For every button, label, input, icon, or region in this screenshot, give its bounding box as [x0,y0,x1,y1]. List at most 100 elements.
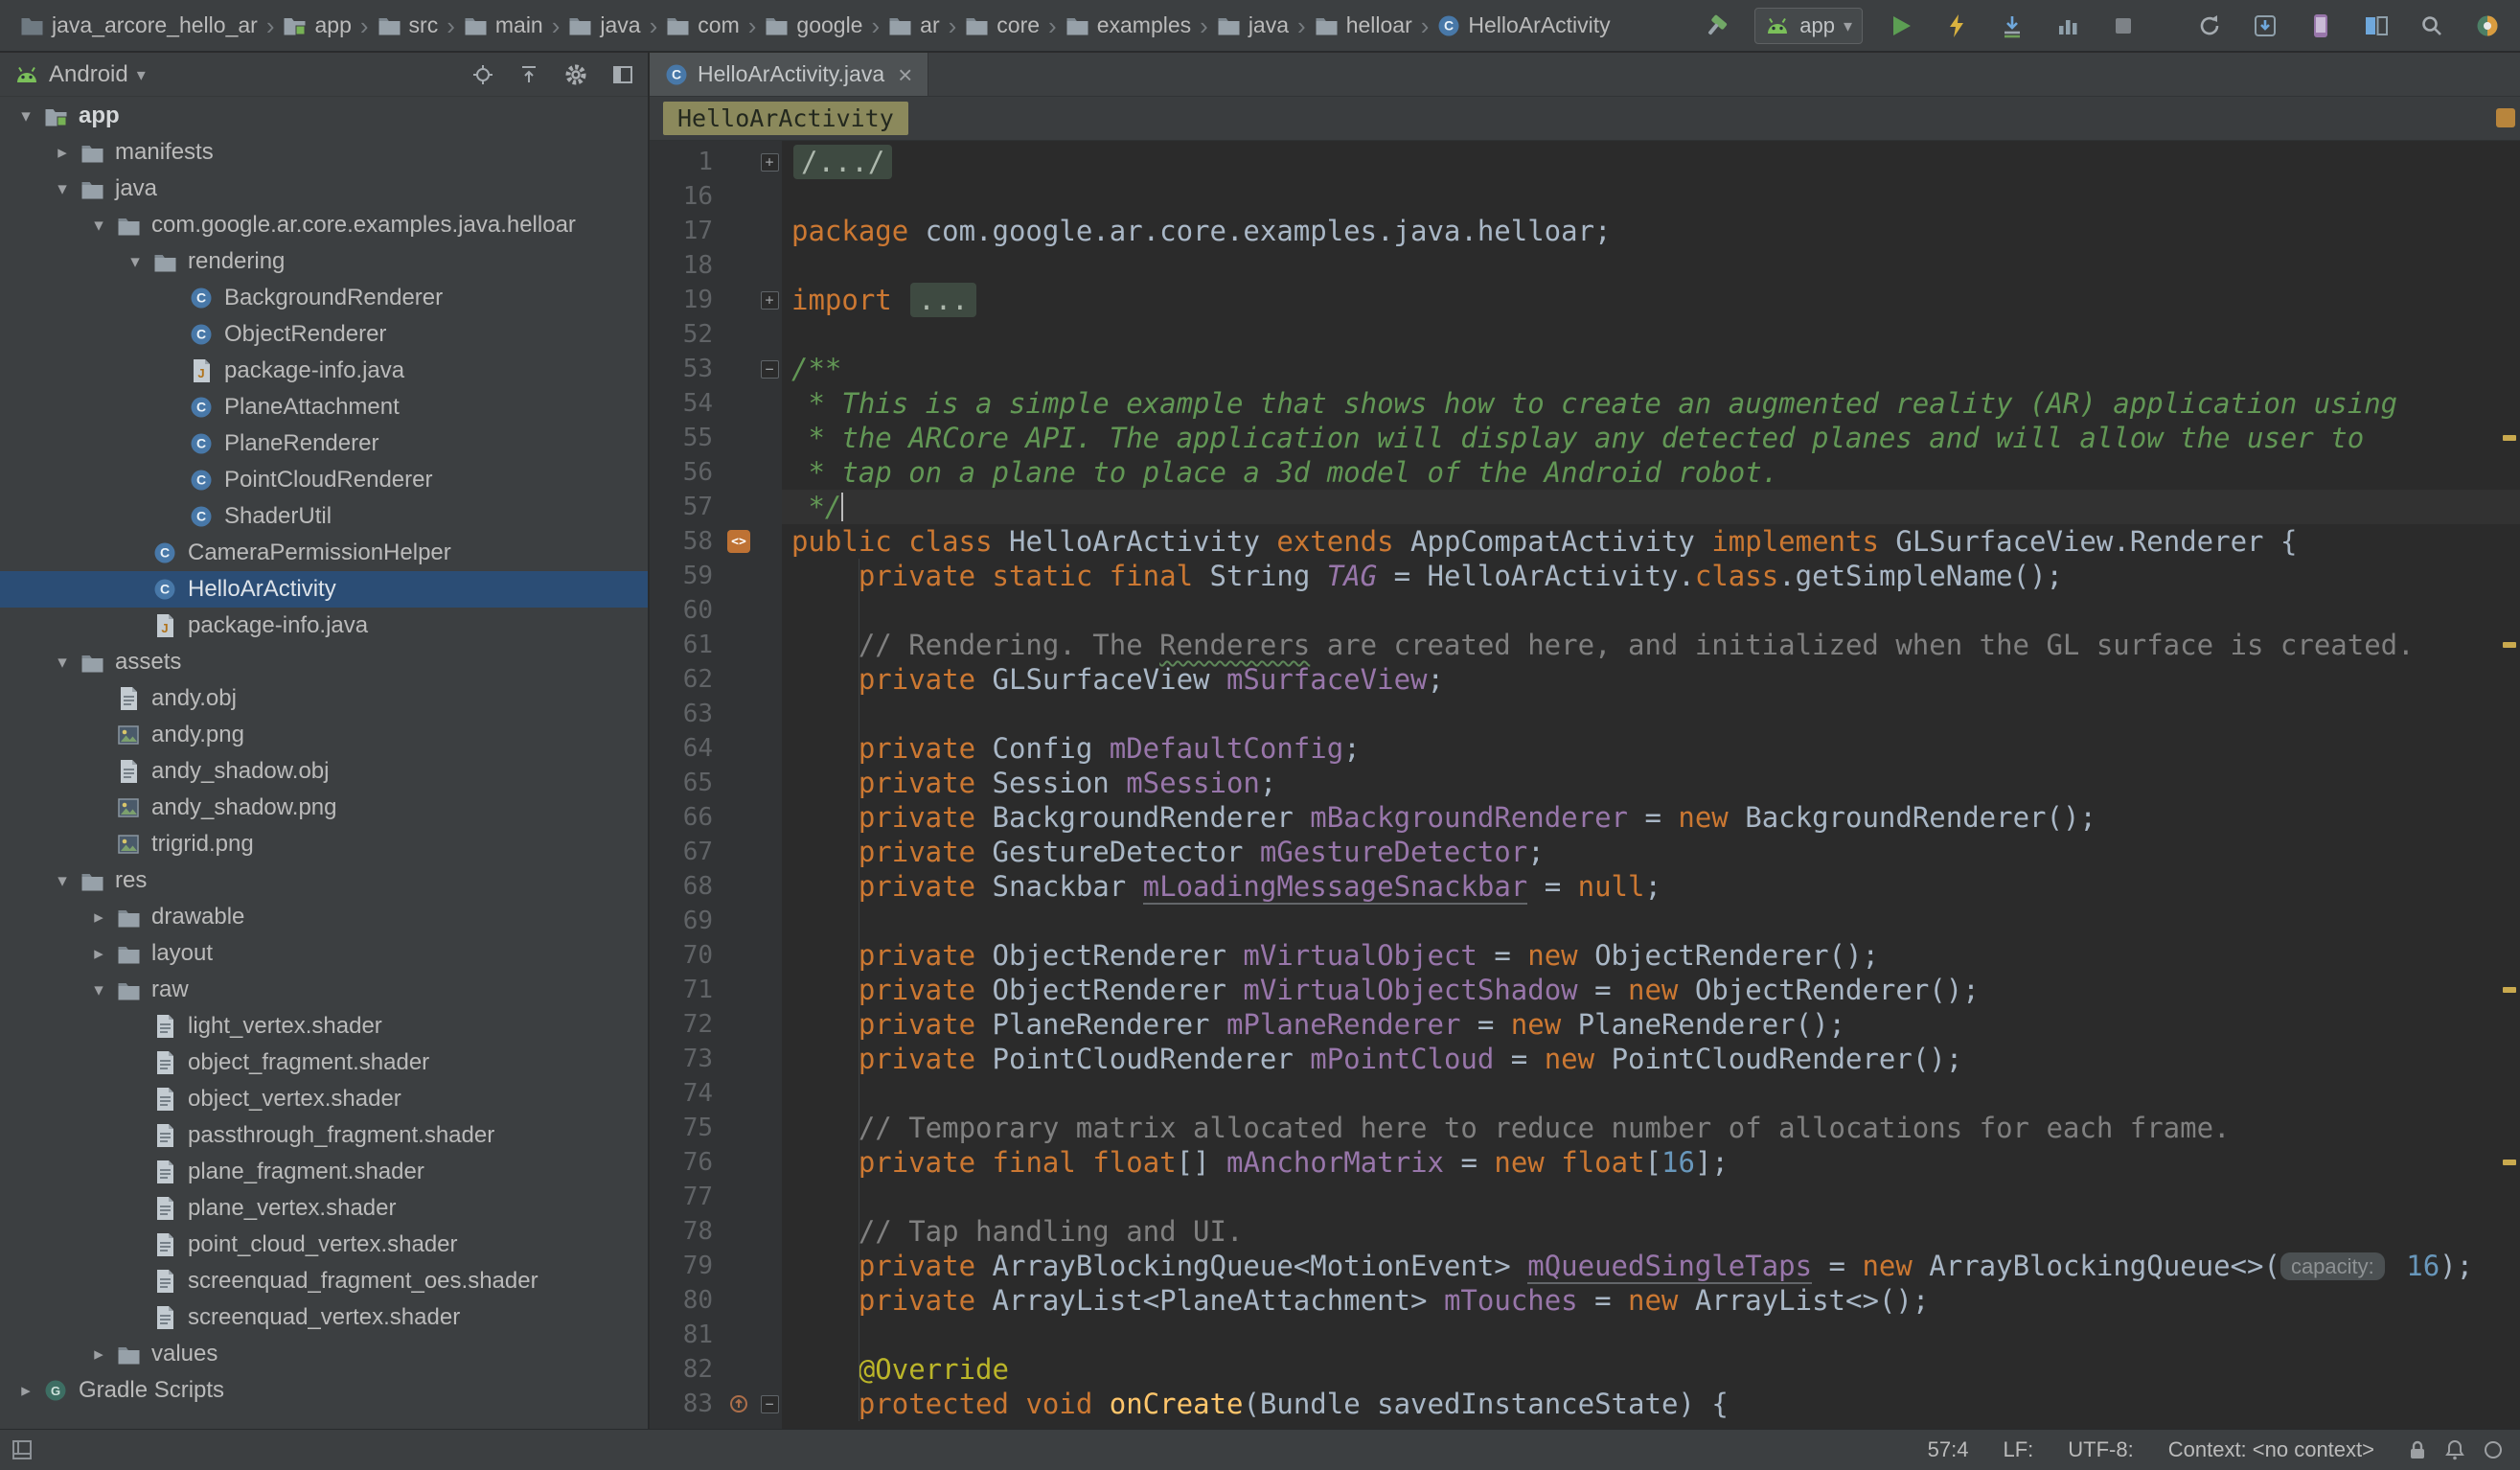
fold-minus-icon[interactable]: − [761,360,779,379]
code-line[interactable] [782,1180,2520,1214]
breadcrumb-com[interactable]: com [661,11,744,40]
warning-stripe-mark[interactable] [2503,1160,2516,1165]
code-line[interactable]: private BackgroundRenderer mBackgroundRe… [782,800,2520,835]
memory-indicator-icon[interactable] [2484,1440,2503,1459]
tree-item-andy-shadow-obj[interactable]: andy_shadow.obj [0,753,648,790]
tree-item-raw[interactable]: ▾raw [0,972,648,1008]
android-component-icon[interactable]: <> [727,530,750,553]
chevron-expanded-icon[interactable]: ▾ [48,652,77,674]
tree-item-planerenderer[interactable]: CPlaneRenderer [0,425,648,462]
code-line[interactable]: private GestureDetector mGestureDetector… [782,835,2520,869]
code-line[interactable]: private Config mDefaultConfig; [782,731,2520,766]
chevron-expanded-icon[interactable]: ▾ [121,251,149,273]
code-line[interactable]: /.../ [782,145,2520,179]
tree-item-backgroundrenderer[interactable]: CBackgroundRenderer [0,280,648,316]
locate-icon[interactable] [471,63,494,86]
chevron-expanded-icon[interactable]: ▾ [48,870,77,892]
tree-item-drawable[interactable]: ▸drawable [0,899,648,935]
tree-item-helloaractivity[interactable]: CHelloArActivity [0,571,648,608]
tree-item-camerapermissionhelper[interactable]: CCameraPermissionHelper [0,535,648,571]
code-line[interactable]: protected void onCreate(Bundle savedInst… [782,1387,2520,1421]
chevron-expanded-icon[interactable]: ▾ [11,105,40,127]
code-line[interactable]: private GLSurfaceView mSurfaceView; [782,662,2520,697]
code-line[interactable] [782,904,2520,938]
code-line[interactable]: private Session mSession; [782,766,2520,800]
fold-plus-icon[interactable]: + [761,153,779,172]
notifications-icon[interactable] [2445,1439,2464,1460]
attach-debugger-button[interactable] [1995,9,2029,43]
sync-button[interactable] [2192,9,2227,43]
editor-tab[interactable]: C HelloArActivity.java × [650,53,928,96]
tree-item-light-vertex-shader[interactable]: light_vertex.shader [0,1008,648,1045]
collapse-all-icon[interactable] [517,63,540,86]
chevron-collapsed-icon[interactable]: ▸ [84,907,113,929]
project-view-selector[interactable]: Android [49,61,128,88]
tree-item-andy-png[interactable]: andy.png [0,717,648,753]
tree-item-object-fragment-shader[interactable]: object_fragment.shader [0,1045,648,1081]
tree-item-pointcloudrenderer[interactable]: CPointCloudRenderer [0,462,648,498]
status-item-2[interactable]: UTF-8: [2068,1437,2133,1462]
code-line[interactable]: private ArrayList<PlaneAttachment> mTouc… [782,1283,2520,1318]
search-everywhere-button[interactable] [2415,9,2449,43]
code-line[interactable] [782,179,2520,214]
code-line[interactable]: */ [782,490,2520,524]
settings-gear-icon[interactable] [563,62,588,87]
tree-item-planeattachment[interactable]: CPlaneAttachment [0,389,648,425]
code-editor[interactable]: /.../ package com.google.ar.core.examples… [782,141,2520,1429]
assistant-button[interactable] [2470,9,2505,43]
chevron-expanded-icon[interactable]: ▾ [48,178,77,200]
code-line[interactable]: @Override [782,1352,2520,1387]
chevron-expanded-icon[interactable]: ▾ [84,215,113,237]
fold-plus-icon[interactable]: + [761,291,779,310]
scrollbar-error-stripe[interactable] [2497,141,2520,1429]
tree-item-rendering[interactable]: ▾rendering [0,243,648,280]
tree-item-passthrough-fragment-shader[interactable]: passthrough_fragment.shader [0,1117,648,1154]
tree-item-screenquad-fragment-oes-shader[interactable]: screenquad_fragment_oes.shader [0,1263,648,1299]
breadcrumb-helloar[interactable]: helloar [1310,11,1417,40]
status-item-1[interactable]: LF: [2003,1437,2033,1462]
code-line[interactable]: public class HelloArActivity extends App… [782,524,2520,559]
warning-stripe-mark[interactable] [2503,642,2516,648]
tree-item-trigrid-png[interactable]: trigrid.png [0,826,648,862]
code-line[interactable] [782,317,2520,352]
code-line[interactable]: * This is a simple example that shows ho… [782,386,2520,421]
breadcrumb-app[interactable]: app [278,11,355,40]
tree-item-package-info-java[interactable]: Jpackage-info.java [0,353,648,389]
code-line[interactable]: private Snackbar mLoadingMessageSnackbar… [782,869,2520,904]
tree-item-assets[interactable]: ▾assets [0,644,648,680]
breadcrumb-java[interactable]: java [563,11,645,40]
breadcrumb-current-element[interactable]: HelloArActivity [663,102,908,135]
code-line[interactable]: private ObjectRenderer mVirtualObjectSha… [782,973,2520,1007]
tree-item-plane-fragment-shader[interactable]: plane_fragment.shader [0,1154,648,1190]
chevron-collapsed-icon[interactable]: ▸ [84,1344,113,1366]
code-line[interactable]: // Rendering. The Renderers are created … [782,628,2520,662]
apply-changes-button[interactable] [1939,9,1974,43]
breadcrumb-main[interactable]: main [459,11,548,40]
inspections-indicator[interactable] [2496,108,2515,127]
chevron-down-icon[interactable]: ▾ [137,66,146,83]
tree-item-objectrenderer[interactable]: CObjectRenderer [0,316,648,353]
chevron-expanded-icon[interactable]: ▾ [84,979,113,1001]
toolwindow-toggle-icon[interactable] [11,1439,33,1460]
profiler-button[interactable] [2050,9,2085,43]
sdk-manager-button[interactable] [2248,9,2282,43]
code-line[interactable]: package com.google.ar.core.examples.java… [782,214,2520,248]
code-line[interactable]: private ObjectRenderer mVirtualObject = … [782,938,2520,973]
tree-item-layout[interactable]: ▸layout [0,935,648,972]
code-line[interactable] [782,1076,2520,1111]
tree-item-point-cloud-vertex-shader[interactable]: point_cloud_vertex.shader [0,1227,648,1263]
tree-item-gradle-scripts[interactable]: ▸GGradle Scripts [0,1372,648,1409]
tree-item-values[interactable]: ▸values [0,1336,648,1372]
chevron-collapsed-icon[interactable]: ▸ [48,142,77,164]
tree-item-screenquad-vertex-shader[interactable]: screenquad_vertex.shader [0,1299,648,1336]
fold-minus-icon[interactable]: − [761,1395,779,1413]
code-line[interactable]: // Tap handling and UI. [782,1214,2520,1249]
close-icon[interactable]: × [898,62,912,87]
build-hammer-button[interactable] [1699,9,1733,43]
tree-item-res[interactable]: ▾res [0,862,648,899]
tree-item-manifests[interactable]: ▸manifests [0,134,648,171]
hide-panel-icon[interactable] [611,63,634,86]
code-line[interactable]: // Temporary matrix allocated here to re… [782,1111,2520,1145]
lock-icon[interactable] [2409,1439,2426,1460]
tree-item-andy-shadow-png[interactable]: andy_shadow.png [0,790,648,826]
